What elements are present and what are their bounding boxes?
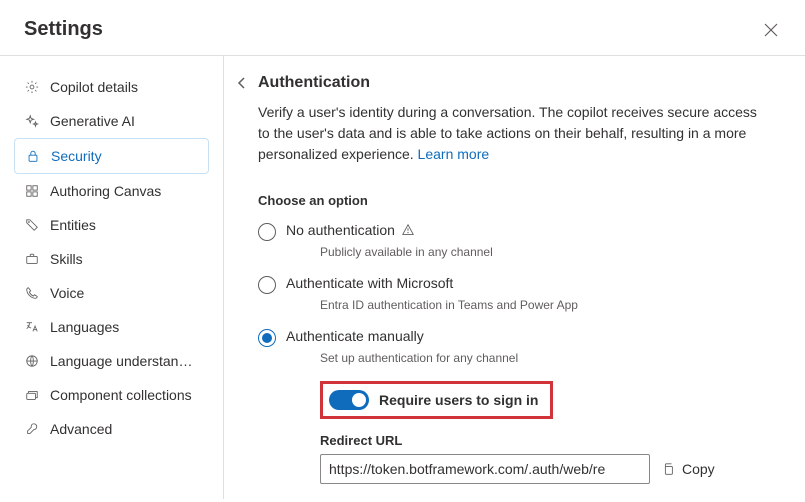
globe-icon <box>24 353 40 369</box>
redirect-url-input[interactable] <box>320 454 650 484</box>
option-sublabel: Publicly available in any channel <box>320 245 771 259</box>
panel-title: Authentication <box>258 74 370 92</box>
option-label: Authenticate with Microsoft <box>286 275 453 291</box>
sidebar-item-label: Entities <box>50 217 96 233</box>
copy-label: Copy <box>682 461 715 477</box>
chevron-left-icon <box>236 77 248 89</box>
warning-icon <box>401 223 415 237</box>
sidebar-item-component-collections[interactable]: Component collections <box>14 378 209 412</box>
page-title: Settings <box>24 18 103 41</box>
close-button[interactable] <box>761 20 781 40</box>
sidebar-item-label: Generative AI <box>50 113 135 129</box>
gear-icon <box>24 79 40 95</box>
sidebar-item-advanced[interactable]: Advanced <box>14 412 209 446</box>
grid-icon <box>24 183 40 199</box>
require-signin-highlight: Require users to sign in <box>320 381 553 419</box>
choose-option-label: Choose an option <box>258 193 771 208</box>
sidebar-item-label: Security <box>51 148 102 164</box>
sidebar-item-label: Language understandi... <box>50 353 199 369</box>
tag-icon <box>24 217 40 233</box>
wrench-icon <box>24 421 40 437</box>
option-authenticate-microsoft[interactable]: Authenticate with Microsoft <box>258 269 771 296</box>
panel-description: Verify a user's identity during a conver… <box>258 102 771 165</box>
sidebar-item-copilot-details[interactable]: Copilot details <box>14 70 209 104</box>
sidebar-item-entities[interactable]: Entities <box>14 208 209 242</box>
sidebar-item-security[interactable]: Security <box>14 138 209 174</box>
redirect-url-label: Redirect URL <box>320 433 771 448</box>
sidebar-item-label: Languages <box>50 319 119 335</box>
collection-icon <box>24 387 40 403</box>
sparkle-icon <box>24 113 40 129</box>
require-signin-label: Require users to sign in <box>379 392 538 408</box>
sidebar-item-label: Voice <box>50 285 84 301</box>
option-sublabel: Set up authentication for any channel <box>320 351 771 365</box>
briefcase-icon <box>24 251 40 267</box>
radio-button[interactable] <box>258 329 276 347</box>
sidebar-item-languages[interactable]: Languages <box>14 310 209 344</box>
sidebar-item-label: Authoring Canvas <box>50 183 161 199</box>
option-authenticate-manually[interactable]: Authenticate manually <box>258 322 771 349</box>
learn-more-link[interactable]: Learn more <box>418 146 490 162</box>
sidebar-item-label: Skills <box>50 251 83 267</box>
option-label: No authentication <box>286 222 415 238</box>
sidebar-item-authoring-canvas[interactable]: Authoring Canvas <box>14 174 209 208</box>
settings-header: Settings <box>0 0 805 55</box>
copy-icon <box>660 461 676 477</box>
option-no-authentication[interactable]: No authentication <box>258 216 771 243</box>
sidebar-item-label: Advanced <box>50 421 112 437</box>
option-sublabel: Entra ID authentication in Teams and Pow… <box>320 298 771 312</box>
sidebar-item-language-understanding[interactable]: Language understandi... <box>14 344 209 378</box>
sidebar-item-label: Component collections <box>50 387 192 403</box>
require-signin-toggle[interactable] <box>329 390 369 410</box>
auth-options: No authentication Publicly available in … <box>258 216 771 499</box>
option-label: Authenticate manually <box>286 328 424 344</box>
close-icon <box>764 23 778 37</box>
lock-icon <box>25 148 41 164</box>
sidebar-item-skills[interactable]: Skills <box>14 242 209 276</box>
copy-button[interactable]: Copy <box>660 461 715 477</box>
sidebar-item-label: Copilot details <box>50 79 138 95</box>
main-panel: Authentication Verify a user's identity … <box>224 55 805 499</box>
radio-button[interactable] <box>258 223 276 241</box>
radio-button[interactable] <box>258 276 276 294</box>
settings-sidebar: Copilot details Generative AI Security A… <box>0 55 224 499</box>
phone-icon <box>24 285 40 301</box>
back-button[interactable] <box>234 75 250 91</box>
sidebar-item-voice[interactable]: Voice <box>14 276 209 310</box>
sidebar-item-generative-ai[interactable]: Generative AI <box>14 104 209 138</box>
translate-icon <box>24 319 40 335</box>
